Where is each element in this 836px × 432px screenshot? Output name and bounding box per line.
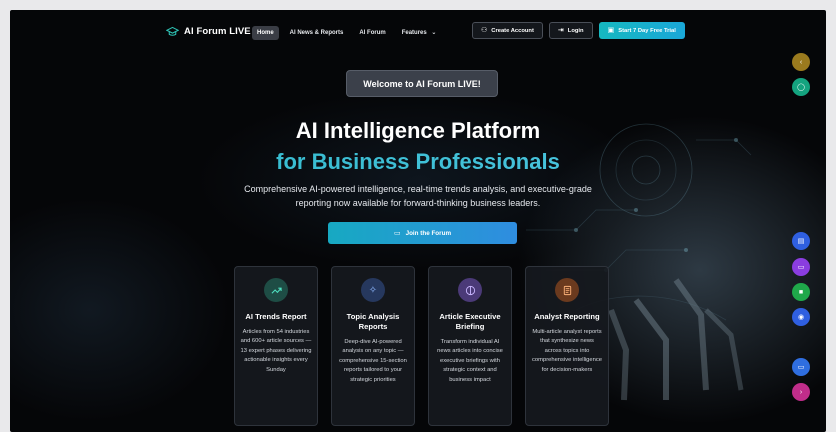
card-title: AI Trends Report (245, 312, 307, 321)
sparkle-icon: ✧ (361, 278, 385, 302)
card-description: Multi-article analyst reports that synth… (532, 329, 602, 373)
start-trial-label: Start 7 Day Free Trial (618, 27, 676, 34)
hero-subtitle: Comprehensive AI-powered intelligence, r… (244, 184, 592, 208)
user-plus-icon: ⚇ (481, 27, 488, 34)
join-forum-label: Join the Forum (405, 229, 452, 237)
report-icon (555, 278, 579, 302)
card-description: Transform individual AI news articles in… (437, 339, 503, 383)
dock-forum-button[interactable]: ▭ (792, 258, 810, 276)
login-label: Login (567, 27, 584, 34)
login-icon: ⇥ (557, 27, 564, 34)
dock-expand-button[interactable]: › (792, 383, 810, 401)
card-description: Articles from 54 industries and 600+ art… (240, 329, 312, 373)
card-title: Article Executive Briefing (439, 312, 501, 331)
dock-video-button[interactable]: ■ (792, 283, 810, 301)
chevron-right-icon: › (799, 388, 803, 396)
dock-chat-button[interactable]: ◯ (792, 78, 810, 96)
feature-card-analyst-reporting[interactable]: Analyst Reporting Multi-article analyst … (525, 266, 609, 426)
feature-card-ai-trends[interactable]: AI Trends Report Articles from 54 indust… (234, 266, 318, 426)
dock-reports-button[interactable]: ▤ (792, 232, 810, 250)
create-account-button[interactable]: ⚇ Create Account (472, 22, 543, 39)
calendar-icon: ▣ (607, 27, 615, 34)
dock-collapse-button[interactable]: ‹ (792, 53, 810, 71)
nav-actions: ⚇ Create Account ⇥ Login ▣ Start 7 Day F… (472, 22, 685, 39)
brand-name: AI Forum LIVE (184, 26, 251, 37)
chevron-down-icon: ⌄ (431, 30, 437, 36)
card-title: Analyst Reporting (534, 312, 600, 321)
feature-card-executive-briefing[interactable]: Article Executive Briefing Transform ind… (428, 266, 512, 426)
chevron-left-icon: ‹ (799, 58, 803, 66)
trend-up-icon (264, 278, 288, 302)
chat-icon: ▭ (393, 230, 401, 237)
video-camera-icon: ■ (798, 288, 804, 296)
document-stack-icon: ▤ (797, 238, 805, 245)
chat-bubble-icon: ◯ (797, 84, 805, 91)
page-viewport: AI Forum LIVE Home AI News & Reports AI … (10, 10, 826, 432)
create-account-label: Create Account (491, 27, 534, 34)
nav-links: Home AI News & Reports AI Forum Features… (252, 25, 441, 40)
card-title: Topic Analysis Reports (346, 312, 400, 331)
login-button[interactable]: ⇥ Login (548, 22, 593, 39)
brain-icon (458, 278, 482, 302)
top-navbar: AI Forum LIVE Home AI News & Reports AI … (10, 22, 826, 44)
dock-feedback-button[interactable]: ▭ (792, 358, 810, 376)
brand-logo[interactable]: AI Forum LIVE (166, 25, 251, 38)
join-forum-button[interactable]: ▭ Join the Forum (328, 222, 517, 244)
graduation-cap-icon (166, 26, 179, 36)
welcome-badge: Welcome to AI Forum LIVE! (346, 70, 498, 97)
start-trial-button[interactable]: ▣ Start 7 Day Free Trial (598, 22, 685, 39)
feature-card-topic-analysis[interactable]: ✧ Topic Analysis Reports Deep-dive AI-po… (331, 266, 415, 426)
hero-title-line2: for Business Professionals (10, 149, 826, 175)
nav-ai-news-reports[interactable]: AI News & Reports (285, 26, 349, 40)
info-circle-icon: ◉ (797, 314, 805, 321)
feedback-icon: ▭ (797, 364, 805, 371)
nav-home[interactable]: Home (252, 25, 279, 40)
nav-features-dropdown[interactable]: Features ⌄ (397, 25, 442, 40)
feature-cards: AI Trends Report Articles from 54 indust… (234, 266, 609, 426)
message-square-icon: ▭ (797, 264, 805, 271)
nav-ai-forum[interactable]: AI Forum (354, 26, 390, 40)
hero-title-line1: AI Intelligence Platform (295, 118, 541, 143)
dock-info-button[interactable]: ◉ (792, 308, 810, 326)
card-description: Deep-dive AI-powered analysis on any top… (339, 339, 407, 383)
nav-features-label: Features (401, 30, 427, 36)
